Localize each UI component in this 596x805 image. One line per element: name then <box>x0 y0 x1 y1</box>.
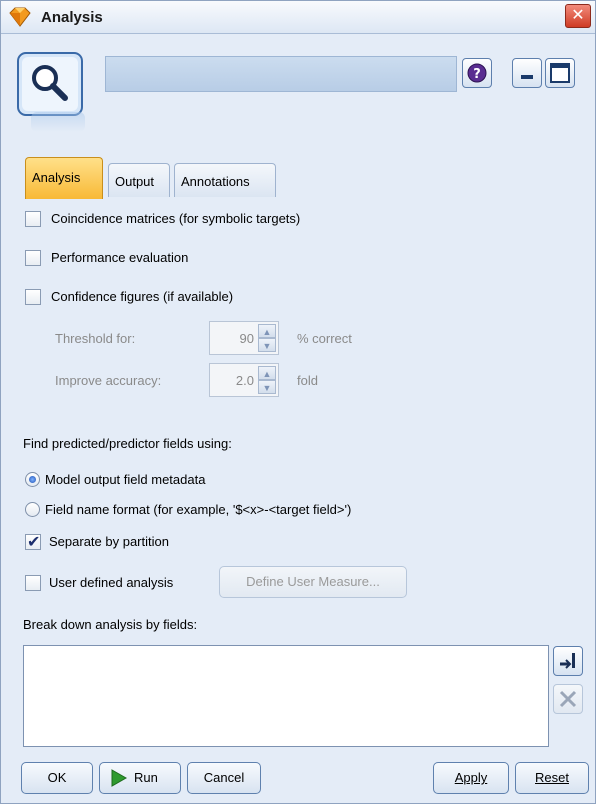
remove-field-button[interactable] <box>553 684 583 714</box>
tab-strip: Analysis Output Annotations <box>1 151 595 199</box>
threshold-spin-arrows[interactable]: ▲ ▼ <box>258 324 276 352</box>
maximize-icon <box>550 63 570 83</box>
minimize-button[interactable] <box>512 58 542 88</box>
dialog-footer: OK Run Cancel Apply Reset <box>1 756 595 805</box>
model-metadata-label: Model output field metadata <box>45 472 206 487</box>
user-defined-label: User defined analysis <box>49 575 174 590</box>
model-metadata-radio[interactable] <box>25 472 40 487</box>
ok-label: OK <box>47 770 67 785</box>
title-bar[interactable]: Analysis ✕ <box>1 1 595 34</box>
breakdown-fields-list[interactable] <box>23 645 549 747</box>
define-user-measure-button[interactable]: Define User Measure... <box>219 566 407 598</box>
improve-accuracy-suffix: fold <box>297 373 318 388</box>
improve-accuracy-label: Improve accuracy: <box>55 373 162 388</box>
node-name-field[interactable] <box>105 56 457 92</box>
pick-fields-button[interactable] <box>553 646 583 676</box>
svg-text:?: ? <box>473 67 481 82</box>
close-icon: ✕ <box>571 7 585 24</box>
tab-analysis[interactable]: Analysis <box>25 157 103 199</box>
improve-spin-arrows[interactable]: ▲ ▼ <box>258 366 276 394</box>
confidence-label: Confidence figures (if available) <box>51 289 234 304</box>
play-icon <box>111 769 128 787</box>
reset-label: Reset <box>535 770 569 785</box>
tab-annotations-label: Annotations <box>181 174 250 189</box>
spin-down-icon[interactable]: ▼ <box>258 380 276 394</box>
user-defined-checkbox[interactable] <box>25 575 41 591</box>
tab-analysis-label: Analysis <box>32 170 81 185</box>
threshold-value: 90 <box>239 331 254 346</box>
find-fields-label: Find predicted/predictor fields using: <box>23 436 232 451</box>
coincidence-label: Coincidence matrices (for symbolic targe… <box>51 211 301 226</box>
close-button[interactable]: ✕ <box>565 4 591 28</box>
spin-down-icon[interactable]: ▼ <box>258 338 276 352</box>
improve-accuracy-spinner[interactable]: 2.0 ▲ ▼ <box>209 363 279 397</box>
improve-accuracy-value: 2.0 <box>235 373 254 388</box>
breakdown-label: Break down analysis by fields: <box>23 617 198 632</box>
minimize-icon <box>521 75 533 79</box>
apply-label: Apply <box>454 770 488 785</box>
help-button[interactable]: ? <box>462 58 492 88</box>
threshold-suffix: % correct <box>297 331 352 346</box>
tab-output[interactable]: Output <box>108 163 170 197</box>
ok-button[interactable]: OK <box>21 762 93 794</box>
help-icon: ? <box>467 63 487 83</box>
separate-partition-label: Separate by partition <box>49 534 169 549</box>
confidence-checkbox[interactable] <box>25 289 41 305</box>
tab-output-label: Output <box>115 174 155 189</box>
run-label: Run <box>134 770 158 785</box>
field-name-format-label: Field name format (for example, '$<x>-<t… <box>45 502 352 517</box>
node-header: ? <box>1 34 595 149</box>
magnifier-icon <box>17 52 83 116</box>
diamond-node-icon <box>9 7 31 27</box>
apply-button[interactable]: Apply <box>433 762 509 794</box>
cancel-label: Cancel <box>203 770 245 785</box>
field-picker-icon <box>560 653 575 669</box>
window-title: Analysis <box>41 9 103 26</box>
field-name-format-radio[interactable] <box>25 502 40 517</box>
threshold-label: Threshold for: <box>55 331 136 346</box>
performance-checkbox[interactable] <box>25 250 41 266</box>
spin-up-icon[interactable]: ▲ <box>258 366 276 380</box>
separate-partition-checkbox[interactable] <box>25 532 41 552</box>
reset-button[interactable]: Reset <box>515 762 589 794</box>
performance-label: Performance evaluation <box>51 250 189 265</box>
coincidence-checkbox[interactable] <box>25 211 41 227</box>
spin-up-icon[interactable]: ▲ <box>258 324 276 338</box>
threshold-spinner[interactable]: 90 ▲ ▼ <box>209 321 279 355</box>
maximize-button[interactable] <box>545 58 575 88</box>
analysis-dialog: Analysis ✕ ? Analysis Output Annotations… <box>0 0 596 804</box>
analysis-tab-panel: Coincidence matrices (for symbolic targe… <box>15 199 595 749</box>
node-icon-reflection <box>31 112 85 132</box>
tab-annotations[interactable]: Annotations <box>174 163 276 197</box>
cancel-button[interactable]: Cancel <box>187 762 261 794</box>
run-button[interactable]: Run <box>99 762 181 794</box>
delete-icon <box>559 690 577 708</box>
